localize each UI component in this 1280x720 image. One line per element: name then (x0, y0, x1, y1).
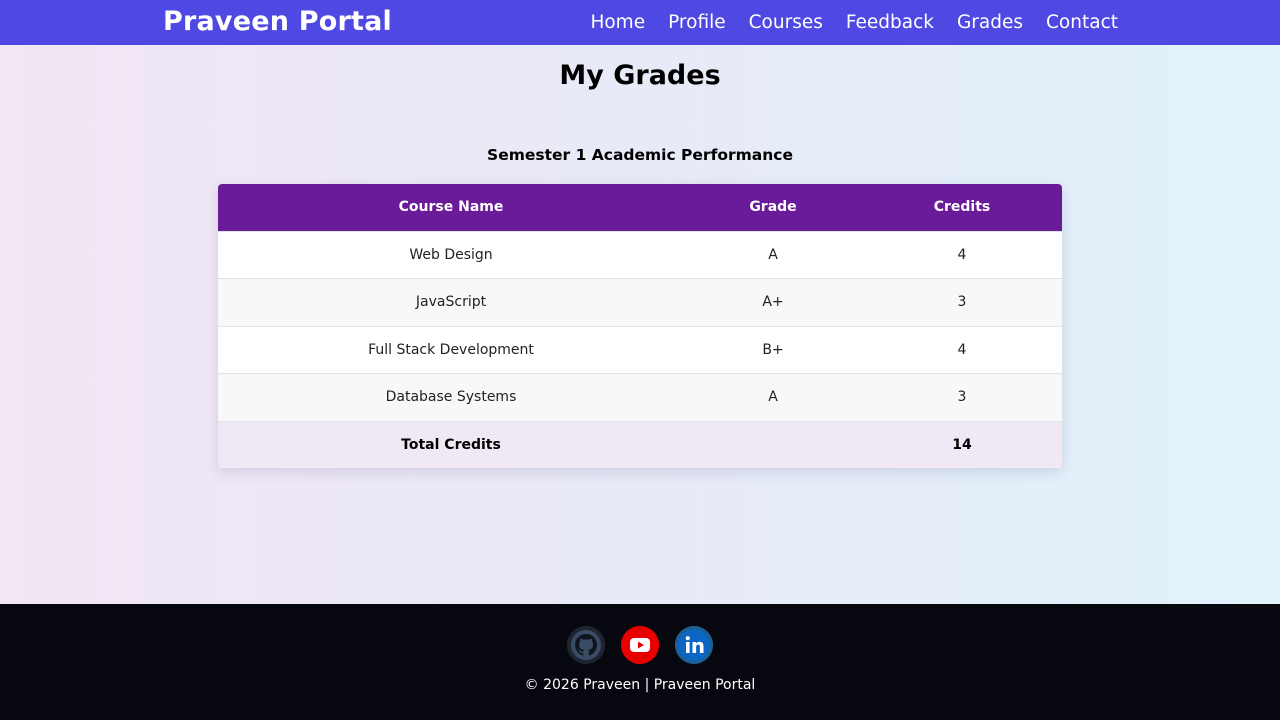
linkedin-icon (675, 626, 713, 664)
navbar: Praveen Portal Home Profile Courses Feed… (0, 0, 1280, 45)
nav-link-contact[interactable]: Contact (1046, 12, 1118, 33)
nav-link-courses[interactable]: Courses (749, 12, 823, 33)
copyright-text: © 2026 Praveen | Praveen Portal (524, 677, 756, 693)
cell-grade: B+ (684, 325, 862, 374)
total-credits-value: 14 (862, 420, 1062, 468)
cell-course: JavaScript (218, 278, 684, 326)
nav-link-feedback[interactable]: Feedback (846, 12, 934, 33)
cell-course: Web Design (218, 230, 684, 279)
total-row: Total Credits 14 (218, 420, 1062, 468)
table-header-row: Course Name Grade Credits (218, 184, 1062, 231)
cell-credits: 3 (862, 373, 1062, 421)
youtube-icon (621, 626, 659, 664)
footer: © 2026 Praveen | Praveen Portal (0, 604, 1280, 720)
github-icon (567, 626, 605, 664)
github-link[interactable] (567, 626, 605, 664)
cell-grade: A (684, 373, 862, 421)
cell-credits: 4 (862, 230, 1062, 279)
total-empty-cell (684, 420, 862, 468)
nav-link-profile[interactable]: Profile (668, 12, 726, 33)
table-caption: Semester 1 Academic Performance (487, 146, 793, 164)
nav-link-home[interactable]: Home (590, 12, 645, 33)
brand-logo[interactable]: Praveen Portal (163, 6, 392, 37)
cell-grade: A (684, 230, 862, 279)
cell-grade: A+ (684, 278, 862, 326)
header-course-name: Course Name (218, 184, 684, 231)
header-grade: Grade (684, 184, 862, 231)
linkedin-link[interactable] (675, 626, 713, 664)
page-title: My Grades (559, 60, 721, 91)
table-row: Web Design A 4 (218, 230, 1062, 279)
cell-course: Database Systems (218, 373, 684, 421)
cell-course: Full Stack Development (218, 325, 684, 374)
nav-link-grades[interactable]: Grades (957, 12, 1023, 33)
header-credits: Credits (862, 184, 1062, 231)
youtube-link[interactable] (621, 626, 659, 664)
grades-table: Course Name Grade Credits Web Design A 4… (218, 184, 1062, 468)
cell-credits: 3 (862, 278, 1062, 326)
table-row: Database Systems A 3 (218, 373, 1062, 421)
table-row: JavaScript A+ 3 (218, 278, 1062, 326)
social-links (0, 626, 1280, 664)
cell-credits: 4 (862, 325, 1062, 374)
nav-links: Home Profile Courses Feedback Grades Con… (590, 0, 1118, 45)
total-credits-label: Total Credits (218, 420, 684, 468)
table-row: Full Stack Development B+ 4 (218, 325, 1062, 374)
